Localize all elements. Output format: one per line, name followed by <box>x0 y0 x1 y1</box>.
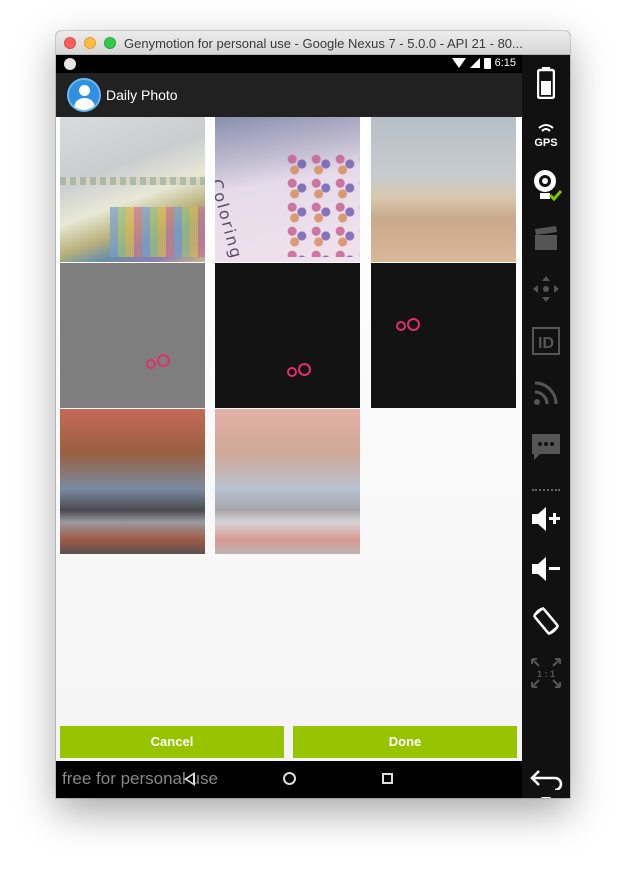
photo-tile[interactable]: Coloring B <box>215 117 360 262</box>
cancel-button[interactable]: Cancel <box>60 726 284 758</box>
rotate-icon[interactable] <box>528 603 564 639</box>
android-navbar: free for personal use <box>56 761 522 798</box>
home-icon[interactable] <box>283 772 296 785</box>
photo-tile[interactable] <box>215 409 360 554</box>
android-statusbar: 6:15 <box>56 55 522 73</box>
app-title: Daily Photo <box>106 87 178 103</box>
ring-mark <box>298 363 311 376</box>
battery-icon <box>483 57 491 69</box>
rss-icon[interactable] <box>528 375 564 411</box>
minimize-window-button[interactable] <box>84 37 96 49</box>
photo-grid-area: Coloring B <box>56 117 522 761</box>
pixel-perfect-icon[interactable]: 1 : 1 <box>528 655 564 691</box>
window-title: Genymotion for personal use - Google Nex… <box>124 36 523 51</box>
volume-up-icon[interactable] <box>528 501 564 537</box>
gps-label: GPS <box>534 137 557 149</box>
wifi-icon <box>451 58 466 68</box>
back-icon[interactable] <box>184 772 195 786</box>
back-arrow-icon[interactable] <box>528 761 564 797</box>
window-titlebar: Genymotion for personal use - Google Nex… <box>56 31 570 55</box>
genymotion-sidebar: GPS ID 1 : 1 <box>522 55 570 798</box>
ring-mark <box>157 354 170 367</box>
menu-dropdown-icon[interactable] <box>528 793 564 798</box>
battery-widget-icon[interactable] <box>528 65 564 101</box>
ring-mark <box>287 367 297 377</box>
emulator-window: Genymotion for personal use - Google Nex… <box>56 31 570 798</box>
sidebar-divider <box>532 489 560 491</box>
recent-apps-icon[interactable] <box>382 773 393 784</box>
signal-icon <box>469 58 480 68</box>
ratio-label: 1 : 1 <box>537 669 555 679</box>
photo-tile[interactable] <box>371 117 516 262</box>
device-screen: 6:15 Daily Photo Coloring B <box>56 55 522 798</box>
maximize-window-button[interactable] <box>104 37 116 49</box>
ring-mark <box>407 318 420 331</box>
notification-icon <box>64 58 76 70</box>
status-time: 6:15 <box>494 57 516 69</box>
ring-mark <box>396 321 406 331</box>
done-button[interactable]: Done <box>293 726 517 758</box>
screencast-icon[interactable] <box>528 221 564 257</box>
device-id-icon[interactable]: ID <box>528 323 564 359</box>
dpad-icon[interactable] <box>528 271 564 307</box>
photo-tile[interactable] <box>60 117 205 262</box>
volume-down-icon[interactable] <box>528 551 564 587</box>
ring-mark <box>146 359 156 369</box>
close-window-button[interactable] <box>64 37 76 49</box>
webcam-icon[interactable] <box>528 167 564 203</box>
app-actionbar: Daily Photo <box>56 73 522 117</box>
gps-icon[interactable]: GPS <box>528 117 564 153</box>
photo-tile[interactable] <box>371 263 516 408</box>
photo-caption: Coloring B <box>215 177 252 262</box>
photo-tile[interactable] <box>60 263 205 408</box>
id-label: ID <box>538 335 554 352</box>
app-logo-icon[interactable] <box>67 78 101 112</box>
photo-tile[interactable] <box>60 409 205 554</box>
sms-icon[interactable] <box>528 429 564 465</box>
photo-tile[interactable] <box>215 263 360 408</box>
